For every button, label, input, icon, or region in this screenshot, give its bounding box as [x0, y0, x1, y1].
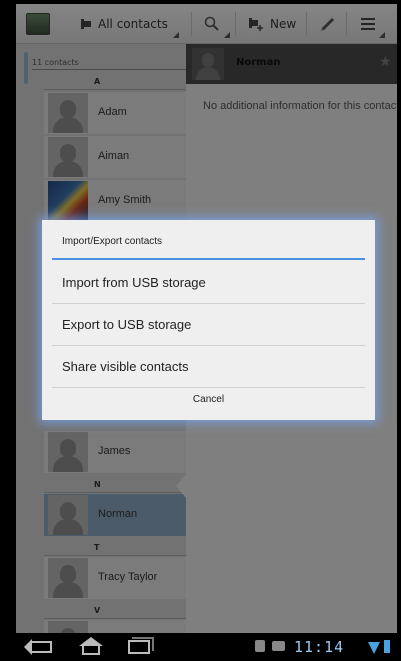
- system-bar: 11:14: [0, 633, 401, 661]
- cancel-button[interactable]: Cancel: [52, 388, 365, 416]
- home-button[interactable]: [79, 637, 103, 655]
- app-screen: All contacts New 11 contacts A Adam Aima…: [16, 4, 397, 633]
- import-export-dialog: Import/Export contacts Import from USB s…: [42, 220, 375, 420]
- share-visible-option[interactable]: Share visible contacts: [52, 346, 365, 388]
- option-label: Export to USB storage: [62, 317, 192, 332]
- option-label: Share visible contacts: [62, 359, 189, 374]
- battery-icon: [384, 640, 390, 653]
- dialog-title-divider: [52, 258, 365, 260]
- dialog-title: Import/Export contacts: [62, 236, 163, 247]
- device-frame: All contacts New 11 contacts A Adam Aima…: [0, 0, 401, 661]
- mail-notification-icon: [272, 641, 285, 651]
- export-usb-option[interactable]: Export to USB storage: [52, 304, 365, 346]
- import-usb-option[interactable]: Import from USB storage: [52, 262, 365, 304]
- wifi-icon: [368, 642, 380, 654]
- recent-apps-button[interactable]: [128, 640, 150, 654]
- back-button[interactable]: [30, 641, 52, 653]
- option-label: Import from USB storage: [62, 275, 206, 290]
- android-debug-icon: [255, 640, 265, 652]
- status-clock: 11:14: [294, 638, 345, 656]
